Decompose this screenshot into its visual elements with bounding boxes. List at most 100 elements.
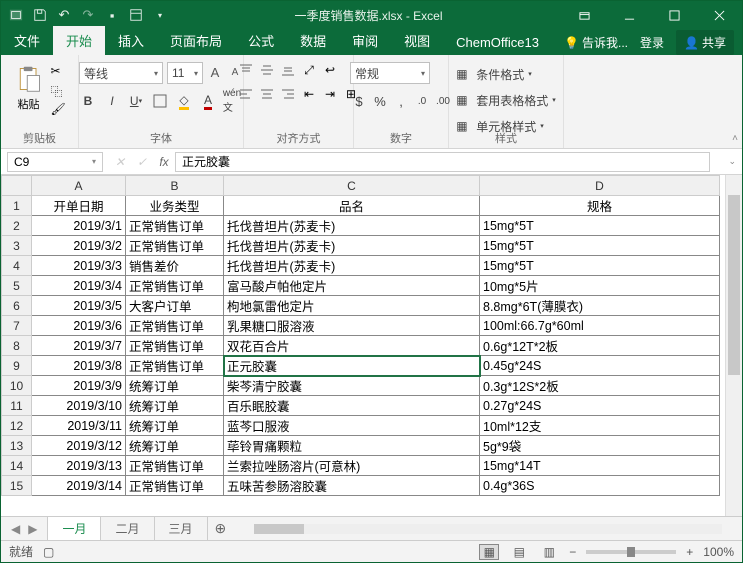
sheet-prev-icon[interactable]: ◀: [11, 522, 20, 536]
login-link[interactable]: 登录: [640, 34, 664, 51]
sheet-tab-3[interactable]: 三月: [154, 517, 208, 541]
align-bottom-icon[interactable]: [279, 62, 297, 78]
cell-B1[interactable]: 业务类型: [126, 196, 224, 216]
tell-me[interactable]: 💡 告诉我...: [564, 34, 628, 51]
normal-view-icon[interactable]: ▦: [479, 544, 499, 560]
row-header-14[interactable]: 14: [2, 456, 32, 476]
cell-D4[interactable]: 15mg*5T: [480, 256, 720, 276]
row-header-8[interactable]: 8: [2, 336, 32, 356]
zoom-in-button[interactable]: +: [686, 545, 693, 559]
cell-B4[interactable]: 销售差价: [126, 256, 224, 276]
cell-B11[interactable]: 统筹订单: [126, 396, 224, 416]
row-header-1[interactable]: 1: [2, 196, 32, 216]
col-header-C[interactable]: C: [224, 176, 480, 196]
row-header-2[interactable]: 2: [2, 216, 32, 236]
underline-button[interactable]: U▾: [127, 92, 145, 110]
minimize-button[interactable]: [607, 1, 652, 29]
cell-A6[interactable]: 2019/3/5: [32, 296, 126, 316]
align-left-icon[interactable]: [237, 86, 255, 102]
page-layout-view-icon[interactable]: ▤: [509, 544, 529, 560]
cell-A11[interactable]: 2019/3/10: [32, 396, 126, 416]
cell-A7[interactable]: 2019/3/6: [32, 316, 126, 336]
col-header-B[interactable]: B: [126, 176, 224, 196]
tab-view[interactable]: 视图: [391, 26, 443, 55]
cell-A2[interactable]: 2019/3/1: [32, 216, 126, 236]
row-header-13[interactable]: 13: [2, 436, 32, 456]
row-header-11[interactable]: 11: [2, 396, 32, 416]
cell-B3[interactable]: 正常销售订单: [126, 236, 224, 256]
cell-C13[interactable]: 荜铃胃痛颗粒: [224, 436, 480, 456]
tab-insert[interactable]: 插入: [105, 26, 157, 55]
row-header-6[interactable]: 6: [2, 296, 32, 316]
macro-record-icon[interactable]: ▢: [43, 545, 54, 559]
cut-icon[interactable]: ✂: [51, 64, 69, 80]
expand-formula-icon[interactable]: ⌄: [728, 156, 742, 167]
conditional-format-button[interactable]: ▦条件格式▾: [456, 64, 556, 84]
cell-A3[interactable]: 2019/3/2: [32, 236, 126, 256]
currency-icon[interactable]: $: [350, 92, 368, 110]
row-header-7[interactable]: 7: [2, 316, 32, 336]
wrap-text-icon[interactable]: ↩: [321, 62, 339, 78]
align-top-icon[interactable]: [237, 62, 255, 78]
horizontal-scrollbar[interactable]: [254, 522, 722, 536]
font-name-combo[interactable]: 等线▾: [79, 62, 163, 84]
table-format-button[interactable]: ▦套用表格格式▾: [456, 90, 556, 110]
percent-icon[interactable]: %: [371, 92, 389, 110]
cell-C14[interactable]: 兰索拉唑肠溶片(可意林): [224, 456, 480, 476]
paste-button[interactable]: 粘贴: [11, 62, 47, 114]
page-break-view-icon[interactable]: ▥: [539, 544, 559, 560]
cell-B2[interactable]: 正常销售订单: [126, 216, 224, 236]
row-header-15[interactable]: 15: [2, 476, 32, 496]
align-right-icon[interactable]: [279, 86, 297, 102]
save-icon[interactable]: [33, 8, 47, 22]
cell-D13[interactable]: 5g*9袋: [480, 436, 720, 456]
tab-data[interactable]: 数据: [287, 26, 339, 55]
qat-dropdown-icon[interactable]: ▾: [153, 8, 167, 22]
cell-C1[interactable]: 品名: [224, 196, 480, 216]
sheet-tab-2[interactable]: 二月: [100, 517, 154, 541]
tab-file[interactable]: 文件: [1, 26, 53, 55]
cell-C11[interactable]: 百乐眠胶囊: [224, 396, 480, 416]
row-header-4[interactable]: 4: [2, 256, 32, 276]
cell-C12[interactable]: 蓝芩口服液: [224, 416, 480, 436]
close-button[interactable]: [697, 1, 742, 29]
cell-D1[interactable]: 规格: [480, 196, 720, 216]
cell-C9[interactable]: 正元胶囊: [224, 356, 480, 376]
cell-A1[interactable]: 开单日期: [32, 196, 126, 216]
tab-home[interactable]: 开始: [53, 26, 105, 55]
cell-D8[interactable]: 0.6g*12T*2板: [480, 336, 720, 356]
cell-D10[interactable]: 0.3g*12S*2板: [480, 376, 720, 396]
sheet-tab-1[interactable]: 一月: [47, 517, 101, 541]
cell-D7[interactable]: 100ml:66.7g*60ml: [480, 316, 720, 336]
form-icon[interactable]: [129, 8, 143, 22]
cell-C3[interactable]: 托伐普坦片(苏麦卡): [224, 236, 480, 256]
cell-D5[interactable]: 10mg*5片: [480, 276, 720, 296]
zoom-level[interactable]: 100%: [703, 545, 734, 559]
tab-formulas[interactable]: 公式: [235, 26, 287, 55]
cell-C4[interactable]: 托伐普坦片(苏麦卡): [224, 256, 480, 276]
grow-font-icon[interactable]: A: [207, 62, 223, 82]
cell-D6[interactable]: 8.8mg*6T(薄膜衣): [480, 296, 720, 316]
cell-D9[interactable]: 0.45g*24S: [480, 356, 720, 376]
copy-icon[interactable]: ⿻: [51, 83, 69, 99]
cell-C8[interactable]: 双花百合片: [224, 336, 480, 356]
indent-dec-icon[interactable]: ⇤: [300, 86, 318, 102]
border-button[interactable]: [151, 92, 169, 110]
font-size-combo[interactable]: 11▾: [167, 62, 203, 84]
row-header-3[interactable]: 3: [2, 236, 32, 256]
align-middle-icon[interactable]: [258, 62, 276, 78]
row-header-10[interactable]: 10: [2, 376, 32, 396]
cell-A12[interactable]: 2019/3/11: [32, 416, 126, 436]
cell-B8[interactable]: 正常销售订单: [126, 336, 224, 356]
collapse-ribbon-icon[interactable]: ˄: [732, 133, 738, 144]
col-header-D[interactable]: D: [480, 176, 720, 196]
orientation-icon[interactable]: ⤢: [300, 62, 318, 78]
vertical-scrollbar[interactable]: [725, 175, 742, 516]
cell-C2[interactable]: 托伐普坦片(苏麦卡): [224, 216, 480, 236]
ribbon-options-icon[interactable]: [562, 1, 607, 29]
align-center-icon[interactable]: [258, 86, 276, 102]
cell-B14[interactable]: 正常销售订单: [126, 456, 224, 476]
select-all-corner[interactable]: [2, 176, 32, 196]
cancel-icon[interactable]: ✕: [109, 152, 131, 172]
zoom-slider[interactable]: [586, 550, 676, 554]
